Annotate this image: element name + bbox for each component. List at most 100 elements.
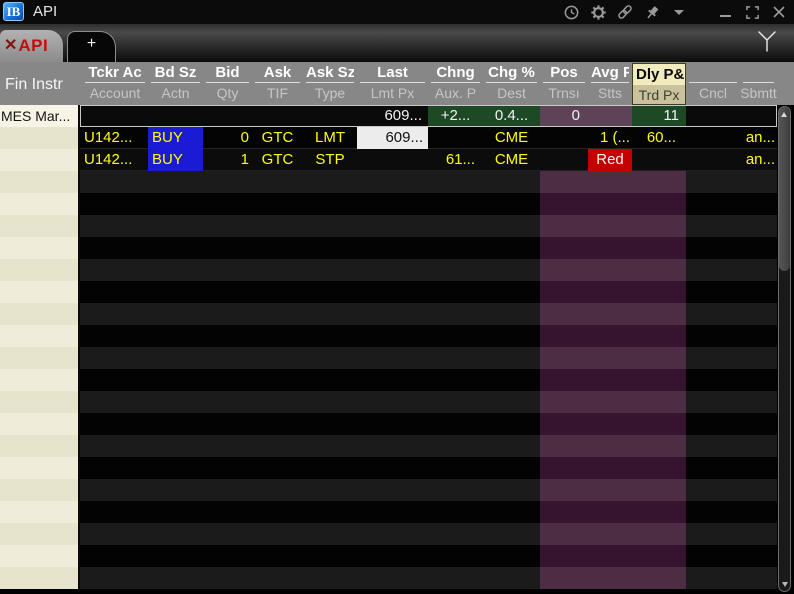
instrument-cell-empty[interactable] — [0, 523, 80, 545]
order-type-cell[interactable]: LMT — [303, 127, 357, 149]
table-row-order-lmt[interactable]: U142... BUY 0 GTC LMT 609... CME 1 (... … — [80, 127, 777, 149]
column-bottom-label: Dest — [483, 83, 540, 103]
order-type-cell[interactable]: STP — [303, 149, 357, 171]
column-header-tif[interactable]: AskTIF — [252, 62, 303, 105]
status-cell: Red — [588, 149, 632, 171]
table-row-empty[interactable] — [80, 347, 777, 369]
scrollbar-thumb[interactable] — [779, 107, 790, 271]
table-row-empty[interactable] — [80, 567, 777, 589]
pin-icon[interactable] — [643, 3, 661, 21]
limit-price-field[interactable]: 609... — [357, 127, 428, 149]
action-cell[interactable]: BUY — [148, 127, 203, 149]
instrument-cell[interactable]: MES Mar... — [0, 105, 80, 127]
tab-close-icon[interactable]: ✕ — [4, 38, 17, 54]
trade-price-cell: 60... — [632, 127, 686, 149]
tif-cell[interactable]: GTC — [252, 149, 303, 171]
table-row-empty[interactable] — [80, 237, 777, 259]
table-row-order-stp[interactable]: U142... BUY 1 GTC STP 61... CME Red an..… — [80, 149, 777, 171]
selected-column-band — [540, 237, 686, 259]
fin-instr-column-header[interactable]: Fin Instr — [5, 76, 63, 94]
instrument-cell-empty[interactable] — [0, 413, 80, 435]
selected-column-band — [540, 523, 686, 545]
caret-down-icon[interactable] — [670, 3, 688, 21]
history-icon[interactable] — [562, 3, 580, 21]
table-row-empty[interactable] — [80, 325, 777, 347]
instrument-cell-empty[interactable] — [0, 193, 80, 215]
tab-api[interactable]: ✕ API — [0, 30, 63, 62]
scroll-down-icon[interactable] — [782, 582, 788, 587]
instrument-cell-empty[interactable] — [0, 215, 80, 237]
link-icon[interactable] — [616, 3, 634, 21]
instrument-cell-empty[interactable] — [0, 457, 80, 479]
destination-cell[interactable]: CME — [483, 127, 540, 149]
instrument-cell-empty[interactable] — [0, 149, 80, 171]
instrument-cell-empty[interactable] — [0, 435, 80, 457]
window-title: API — [33, 3, 57, 21]
table-row-market-data[interactable]: 609... +2... 0.4... 0 11 — [80, 105, 777, 127]
tif-cell[interactable]: GTC — [252, 127, 303, 149]
instrument-cell-empty[interactable] — [0, 391, 80, 413]
column-header-type[interactable]: Ask SzType — [303, 62, 357, 105]
instrument-cell-empty[interactable] — [0, 171, 80, 193]
quantity-cell[interactable]: 1 — [203, 149, 252, 171]
column-header-actn[interactable]: Bd SzActn — [148, 62, 203, 105]
table-row-empty[interactable] — [80, 523, 777, 545]
column-header-account[interactable]: Tckr AcAccount — [82, 62, 148, 105]
table-row-empty[interactable] — [80, 545, 777, 567]
table-row-empty[interactable] — [80, 303, 777, 325]
column-header-auxp[interactable]: ChngAux. P — [428, 62, 483, 105]
settings-gear-icon[interactable] — [589, 3, 607, 21]
table-row-empty[interactable] — [80, 281, 777, 303]
scroll-up-icon[interactable] — [781, 112, 787, 117]
table-row-empty[interactable] — [80, 259, 777, 281]
instrument-cell-empty[interactable] — [0, 127, 80, 149]
instrument-cell-empty[interactable] — [0, 325, 80, 347]
instrument-cell-empty[interactable] — [0, 369, 80, 391]
instrument-cell-empty[interactable] — [0, 567, 80, 589]
column-header-cncl[interactable]: Cncl — [686, 62, 740, 105]
column-header-trdpx[interactable]: Dly P&Trd Px — [632, 63, 686, 105]
account-cell: U142... — [82, 127, 148, 149]
close-icon[interactable] — [770, 3, 788, 21]
instrument-cell-empty[interactable] — [0, 545, 80, 567]
destination-cell[interactable]: CME — [483, 149, 540, 171]
minimize-icon[interactable] — [716, 3, 734, 21]
instrument-cell-empty[interactable] — [0, 479, 80, 501]
table-row-empty[interactable] — [80, 501, 777, 523]
instrument-cell-empty[interactable] — [0, 259, 80, 281]
vertical-scrollbar[interactable] — [778, 106, 791, 592]
instrument-cell-empty[interactable] — [0, 237, 80, 259]
table-row-empty[interactable] — [80, 391, 777, 413]
column-top-label: Dly P& — [634, 64, 684, 85]
submit-cell[interactable]: an... — [740, 127, 777, 149]
column-header-sbmtt[interactable]: Sbmtt — [740, 62, 777, 105]
submit-cell[interactable]: an... — [740, 149, 777, 171]
table-row-empty[interactable] — [80, 479, 777, 501]
column-header-dest[interactable]: Chg %Dest — [483, 62, 540, 105]
table-row-empty[interactable] — [80, 193, 777, 215]
column-header-lmtpx[interactable]: LastLmt Px — [357, 62, 428, 105]
column-header-qty[interactable]: BidQty — [203, 62, 252, 105]
table-row-empty[interactable] — [80, 413, 777, 435]
instrument-cell-empty[interactable] — [0, 303, 80, 325]
instrument-cell-empty[interactable] — [0, 281, 80, 303]
quantity-cell[interactable]: 0 — [203, 127, 252, 149]
table-row-empty[interactable] — [80, 215, 777, 237]
funnel-filter-icon[interactable] — [756, 29, 778, 55]
maximize-icon[interactable] — [743, 3, 761, 21]
last-price-cell: 609... — [357, 105, 428, 127]
instrument-cell-empty[interactable] — [0, 347, 80, 369]
table-row-empty[interactable] — [80, 435, 777, 457]
column-top-label — [743, 62, 774, 83]
action-cell[interactable]: BUY — [148, 149, 203, 171]
aux-price-cell[interactable]: 61... — [428, 149, 483, 171]
table-row-empty[interactable] — [80, 171, 777, 193]
table-row-empty[interactable] — [80, 369, 777, 391]
column-header-stts[interactable]: Avg PStts — [588, 62, 632, 105]
selected-column-band — [540, 303, 686, 325]
selected-column-band — [540, 325, 686, 347]
table-row-empty[interactable] — [80, 457, 777, 479]
instrument-cell-empty[interactable] — [0, 501, 80, 523]
column-header-trnsi[interactable]: PosTrnsı — [540, 62, 588, 105]
new-tab-button[interactable]: + — [67, 31, 116, 62]
